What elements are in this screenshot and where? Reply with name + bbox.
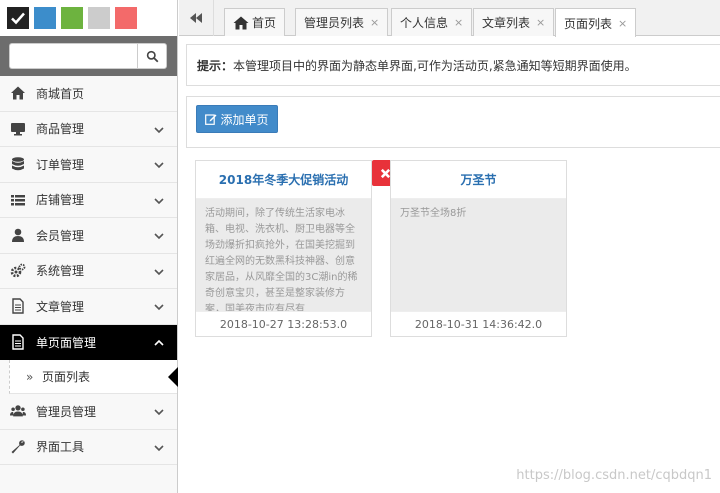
page-card-body: 活动期间，除了传统生活家电冰箱、电视、洗衣机、厨卫电器等全场劲爆折扣疯抢外，在国… <box>196 199 371 311</box>
tab-page-list[interactable]: 页面列表 × <box>555 8 637 37</box>
active-pointer <box>168 367 178 387</box>
sidebar-item-label: 管理员管理 <box>36 404 97 419</box>
search-input[interactable] <box>9 43 137 69</box>
close-icon <box>380 168 390 178</box>
theme-swatch-black[interactable] <box>7 7 29 29</box>
double-chevron-icon: » <box>26 369 34 384</box>
chevron-down-icon <box>154 233 164 240</box>
chevron-down-icon <box>154 126 164 133</box>
database-icon <box>10 156 30 172</box>
home-icon <box>10 85 30 101</box>
close-icon[interactable]: × <box>370 16 379 29</box>
close-icon[interactable]: × <box>536 16 545 29</box>
page-card-title[interactable]: 万圣节 <box>391 161 566 199</box>
tab-profile[interactable]: 个人信息 × <box>391 8 473 36</box>
page-card-body: 万圣节全场8折 <box>391 199 566 311</box>
notice-label: 提示： <box>197 58 234 73</box>
theme-swatch-gray[interactable] <box>88 7 110 29</box>
theme-swatches <box>0 0 177 36</box>
sidebar-search <box>0 36 177 76</box>
notice-text: 本管理项目中的界面为静态单界面,可作为活动页,紧急通知等短期界面使用。 <box>233 58 637 73</box>
chevron-down-icon <box>154 197 164 204</box>
sidebar-item-products[interactable]: 商品管理 <box>0 111 177 147</box>
add-page-button[interactable]: 添加单页 <box>196 105 278 133</box>
sidebar-item-label: 界面工具 <box>36 440 85 455</box>
page-card[interactable]: 2018年冬季大促销活动 活动期间，除了传统生活家电冰箱、电视、洗衣机、厨卫电器… <box>195 160 372 337</box>
close-icon[interactable]: × <box>454 16 463 29</box>
sidebar: 商城首页 商品管理 订单管理 店铺管理 会员管理 系统管理 文章管理 单页面管理… <box>0 0 178 493</box>
sidebar-item-members[interactable]: 会员管理 <box>0 218 177 254</box>
sidebar-item-label: 系统管理 <box>36 264 85 279</box>
check-icon <box>11 12 25 25</box>
home-icon <box>233 16 249 29</box>
add-page-button-label: 添加单页 <box>220 112 269 127</box>
theme-swatch-green[interactable] <box>61 7 83 29</box>
chevron-down-icon <box>154 304 164 311</box>
tab-admin-list[interactable]: 管理员列表 × <box>295 8 389 36</box>
toolbar: 添加单页 <box>186 96 720 148</box>
page-card-date: 2018-10-31 14:36:42.0 <box>391 311 566 337</box>
users-icon <box>10 403 30 419</box>
watermark-text: https://blog.csdn.net/cqbdqn1 <box>516 468 712 483</box>
tab-label: 管理员列表 <box>304 16 365 30</box>
tab-label: 个人信息 <box>400 16 449 30</box>
sidebar-item-orders[interactable]: 订单管理 <box>0 147 177 183</box>
chevron-down-icon <box>154 409 164 416</box>
sidebar-item-label: 商城首页 <box>36 86 85 101</box>
app-root: 商城首页 商品管理 订单管理 店铺管理 会员管理 系统管理 文章管理 单页面管理… <box>0 0 720 493</box>
backward-icon <box>190 13 202 23</box>
sidebar-item-shops[interactable]: 店铺管理 <box>0 182 177 218</box>
page-card-date: 2018-10-27 13:28:53.0 <box>196 311 371 337</box>
list-icon <box>10 192 30 208</box>
search-icon <box>146 50 158 62</box>
sidebar-subitem-page-list[interactable]: » 页面列表 <box>9 360 178 394</box>
sidebar-subitem-label: 页面列表 <box>42 370 91 384</box>
chevron-down-icon <box>154 444 164 451</box>
sidebar-nav: 商城首页 商品管理 订单管理 店铺管理 会员管理 系统管理 文章管理 单页面管理… <box>0 76 178 465</box>
gears-icon <box>10 263 30 279</box>
search-button[interactable] <box>137 43 167 69</box>
tab-scroll-left-button[interactable] <box>179 0 214 36</box>
theme-swatch-red[interactable] <box>115 7 137 29</box>
tab-article-list[interactable]: 文章列表 × <box>473 8 555 36</box>
edit-icon <box>205 114 217 125</box>
file-icon <box>10 298 30 314</box>
page-card[interactable]: 万圣节 万圣节全场8折 2018-10-31 14:36:42.0 <box>390 160 567 337</box>
sidebar-item-label: 店铺管理 <box>36 193 85 208</box>
tab-label: 首页 <box>252 16 277 30</box>
sidebar-item-admins[interactable]: 管理员管理 <box>0 394 177 430</box>
chevron-down-icon <box>154 162 164 169</box>
sidebar-item-system[interactable]: 系统管理 <box>0 253 177 289</box>
notice-bar: 提示： 本管理项目中的界面为静态单界面,可作为活动页,紧急通知等短期界面使用。 <box>186 44 720 86</box>
sidebar-item-home[interactable]: 商城首页 <box>0 76 177 112</box>
document-icon <box>10 334 30 350</box>
sidebar-item-label: 会员管理 <box>36 228 85 243</box>
sidebar-item-single-pages[interactable]: 单页面管理 <box>0 324 177 360</box>
close-icon[interactable]: × <box>618 17 627 30</box>
theme-swatch-blue[interactable] <box>34 7 56 29</box>
tab-label: 页面列表 <box>564 16 613 31</box>
user-icon <box>10 227 30 243</box>
chevron-down-icon <box>154 268 164 275</box>
sidebar-item-label: 商品管理 <box>36 122 85 137</box>
sidebar-item-ui-tools[interactable]: 界面工具 <box>0 429 177 465</box>
tab-bar: 首页 管理员列表 × 个人信息 × 文章列表 × 页面列表 × <box>179 0 720 37</box>
desktop-icon <box>10 121 30 137</box>
page-card-title[interactable]: 2018年冬季大促销活动 <box>196 161 371 199</box>
tab-home[interactable]: 首页 <box>224 8 286 36</box>
sidebar-item-label: 文章管理 <box>36 299 85 314</box>
chevron-up-icon <box>154 339 164 346</box>
sidebar-item-label: 订单管理 <box>36 157 85 172</box>
sidebar-item-articles[interactable]: 文章管理 <box>0 289 177 325</box>
sidebar-item-label: 单页面管理 <box>36 335 97 350</box>
tab-label: 文章列表 <box>482 16 531 30</box>
wrench-icon <box>10 439 30 455</box>
